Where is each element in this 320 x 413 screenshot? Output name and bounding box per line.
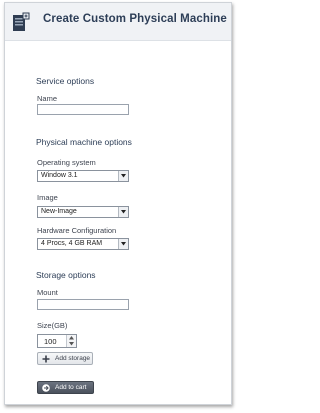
mount-label: Mount bbox=[37, 288, 58, 297]
physical-machine-options-heading: Physical machine options bbox=[36, 137, 132, 147]
add-to-cart-label: Add to cart bbox=[55, 384, 87, 391]
size-label: Size(GB) bbox=[37, 321, 68, 330]
page-title: Create Custom Physical Machine bbox=[43, 13, 227, 25]
machine-icon bbox=[13, 12, 30, 31]
stepper-controls bbox=[66, 335, 76, 347]
operating-system-select[interactable]: Window 3.1 bbox=[37, 170, 129, 182]
operating-system-value: Window 3.1 bbox=[41, 172, 78, 179]
name-input[interactable] bbox=[37, 104, 129, 115]
operating-system-label: Operating system bbox=[37, 158, 96, 167]
chevron-down-icon[interactable] bbox=[69, 342, 74, 346]
hardware-configuration-select[interactable]: 4 Procs, 4 GB RAM bbox=[37, 238, 129, 250]
chevron-down-icon[interactable] bbox=[118, 239, 128, 249]
image-select[interactable]: New-Image bbox=[37, 206, 129, 218]
service-options-heading: Service options bbox=[36, 76, 95, 86]
mount-input[interactable] bbox=[37, 299, 129, 310]
dialog-panel: Create Custom Physical Machine Service o… bbox=[4, 2, 232, 405]
image-label: Image bbox=[37, 193, 58, 202]
hardware-configuration-value: 4 Procs, 4 GB RAM bbox=[41, 240, 103, 247]
chevron-down-icon[interactable] bbox=[118, 207, 128, 217]
size-value: 100 bbox=[44, 337, 57, 346]
arrow-right-circle-icon bbox=[42, 384, 50, 392]
image-value: New-Image bbox=[41, 208, 77, 215]
add-storage-label: Add storage bbox=[55, 355, 91, 362]
chevron-up-icon[interactable] bbox=[69, 336, 74, 340]
storage-options-heading: Storage options bbox=[36, 270, 96, 280]
dialog-header: Create Custom Physical Machine bbox=[5, 3, 231, 41]
add-storage-button[interactable]: Add storage bbox=[37, 352, 93, 365]
size-stepper[interactable]: 100 bbox=[37, 334, 77, 348]
hardware-configuration-label: Hardware Configuration bbox=[37, 226, 117, 235]
add-to-cart-button[interactable]: Add to cart bbox=[37, 381, 94, 394]
name-label: Name bbox=[37, 94, 58, 103]
plus-icon bbox=[42, 355, 50, 363]
chevron-down-icon[interactable] bbox=[118, 171, 128, 181]
